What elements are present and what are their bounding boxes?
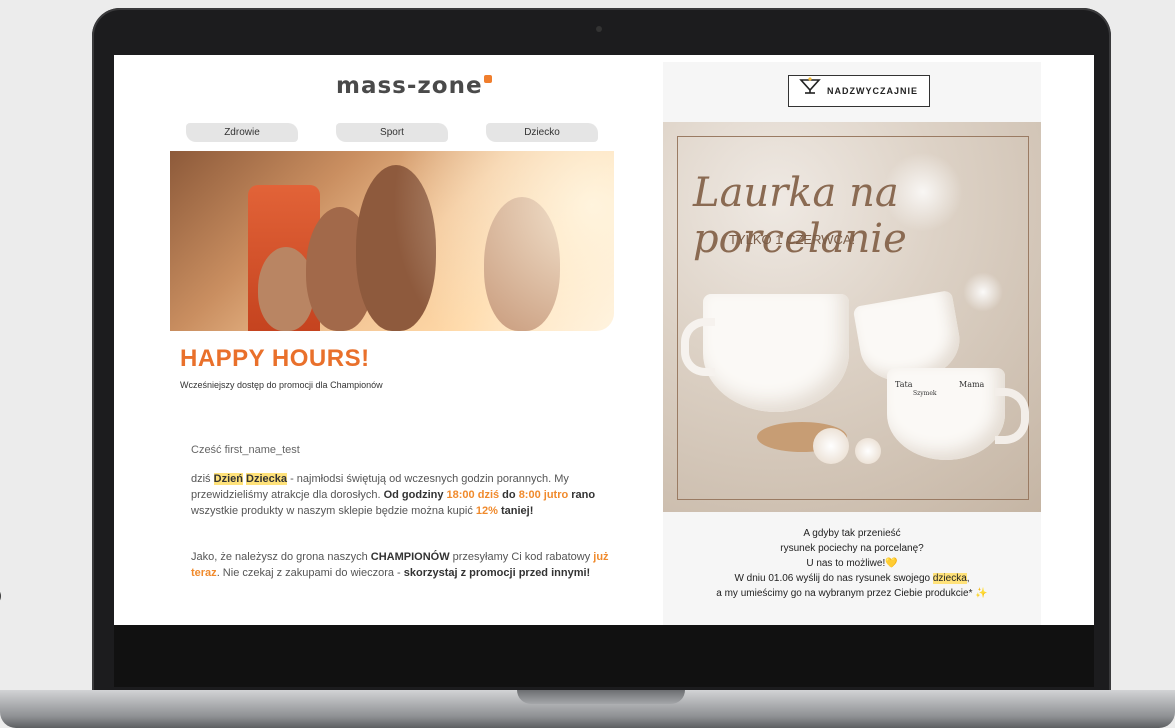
p1-bold: rano	[568, 489, 596, 501]
paragraph-champions: Jako, że należysz do grona naszych CHAMP…	[191, 549, 611, 581]
caption-text: W dniu 01.06 wyślij do nas rysunek swoje…	[734, 573, 933, 584]
discount-percent: 12%	[475, 505, 498, 517]
camera-icon	[596, 26, 602, 32]
p2-text: . Nie czekaj z zakupami do wieczora -	[216, 567, 404, 579]
time-start: 18:00 dziś	[446, 489, 500, 501]
cocktail-glass-icon	[799, 77, 821, 107]
screen-bottom-bezel	[114, 625, 1094, 687]
logo-text: mass-zone	[336, 73, 483, 99]
mass-zone-email: mass-zone Zdrowie Sport Dziecko HAPPY HO…	[114, 55, 654, 625]
promo-caption: A gdyby tak przenieść rysunek pociechy n…	[663, 526, 1041, 601]
nav-tab-sport[interactable]: Sport	[336, 123, 448, 142]
caption-line-2: rysunek pociechy na porcelanę?	[780, 543, 924, 554]
promo-date: TYLKO 1 CZERWCA!	[729, 232, 856, 247]
mug-text-tata: Tata	[895, 380, 913, 389]
p1-text: dziś	[191, 473, 214, 485]
caption-text: ,	[966, 573, 970, 584]
caption-line-3: U nas to możliwe!💛	[806, 558, 898, 569]
p2-cta-bold: skorzystaj z promocji przed innymi!	[403, 567, 591, 579]
time-end: 8:00 jutro	[518, 489, 569, 501]
bokeh-light	[963, 272, 1003, 312]
happy-hours-subtitle: Wcześniejszy dostęp do promocji dla Cham…	[180, 380, 383, 390]
sun-flare	[170, 151, 614, 331]
mug-text-mama: Mama	[959, 380, 985, 389]
mass-zone-logo[interactable]: mass-zone	[336, 73, 492, 99]
mug-text-szymek: Szymek	[913, 390, 937, 397]
caption-line-1: A gdyby tak przenieść	[803, 528, 901, 539]
promo-banner[interactable]: Laurka na porcelanie TYLKO 1 CZERWCA! Ta…	[663, 122, 1041, 512]
brand-name: NADZWYCZAJNIE	[827, 86, 918, 96]
highlight-dziecka: Dziecka	[246, 473, 288, 485]
stray-character: )	[0, 586, 2, 605]
mug-medium: Tata Mama Szymek	[887, 368, 1029, 460]
p1-bold: taniej!	[497, 505, 534, 517]
nadzwyczajnie-email: NADZWYCZAJNIE Laurka na porcelanie TYLKO…	[663, 62, 1041, 625]
promo-script-title: Laurka na porcelanie	[693, 170, 907, 262]
p2-text: Jako, że należysz do grona naszych	[191, 551, 371, 563]
dried-flower	[813, 428, 849, 464]
mug-large	[681, 294, 849, 412]
nav-tab-dziecko[interactable]: Dziecko	[486, 123, 598, 142]
dried-flower	[855, 438, 881, 464]
caption-line-4: W dniu 01.06 wyślij do nas rysunek swoje…	[663, 571, 1041, 586]
greeting: Cześć first_name_test	[191, 444, 300, 456]
highlight-dzien: Dzień	[213, 473, 243, 485]
laptop-screen: mass-zone Zdrowie Sport Dziecko HAPPY HO…	[114, 55, 1094, 625]
happy-hours-title: HAPPY HOURS!	[180, 345, 370, 372]
mug-handle	[681, 318, 715, 376]
p1-bold: Od godziny	[383, 489, 447, 501]
paragraph-intro: dziś Dzień Dziecka - najmłodsi świętują …	[191, 471, 611, 519]
logo-mark-icon	[483, 75, 492, 83]
nav-tab-zdrowie[interactable]: Zdrowie	[186, 123, 298, 142]
nadzwyczajnie-logo[interactable]: NADZWYCZAJNIE	[788, 75, 930, 107]
p1-text: wszystkie produkty w naszym sklepie będz…	[191, 505, 476, 517]
p1-bold: do	[499, 489, 519, 501]
caption-line-5: a my umieścimy go na wybranym przez Cieb…	[716, 588, 988, 599]
laptop-notch	[517, 690, 685, 704]
highlight-dziecka: dziecka	[932, 573, 967, 584]
hero-image	[170, 151, 614, 331]
champions-bold: CHAMPIONÓW	[370, 551, 450, 563]
p2-text: przesyłamy Ci kod rabatowy	[449, 551, 594, 563]
